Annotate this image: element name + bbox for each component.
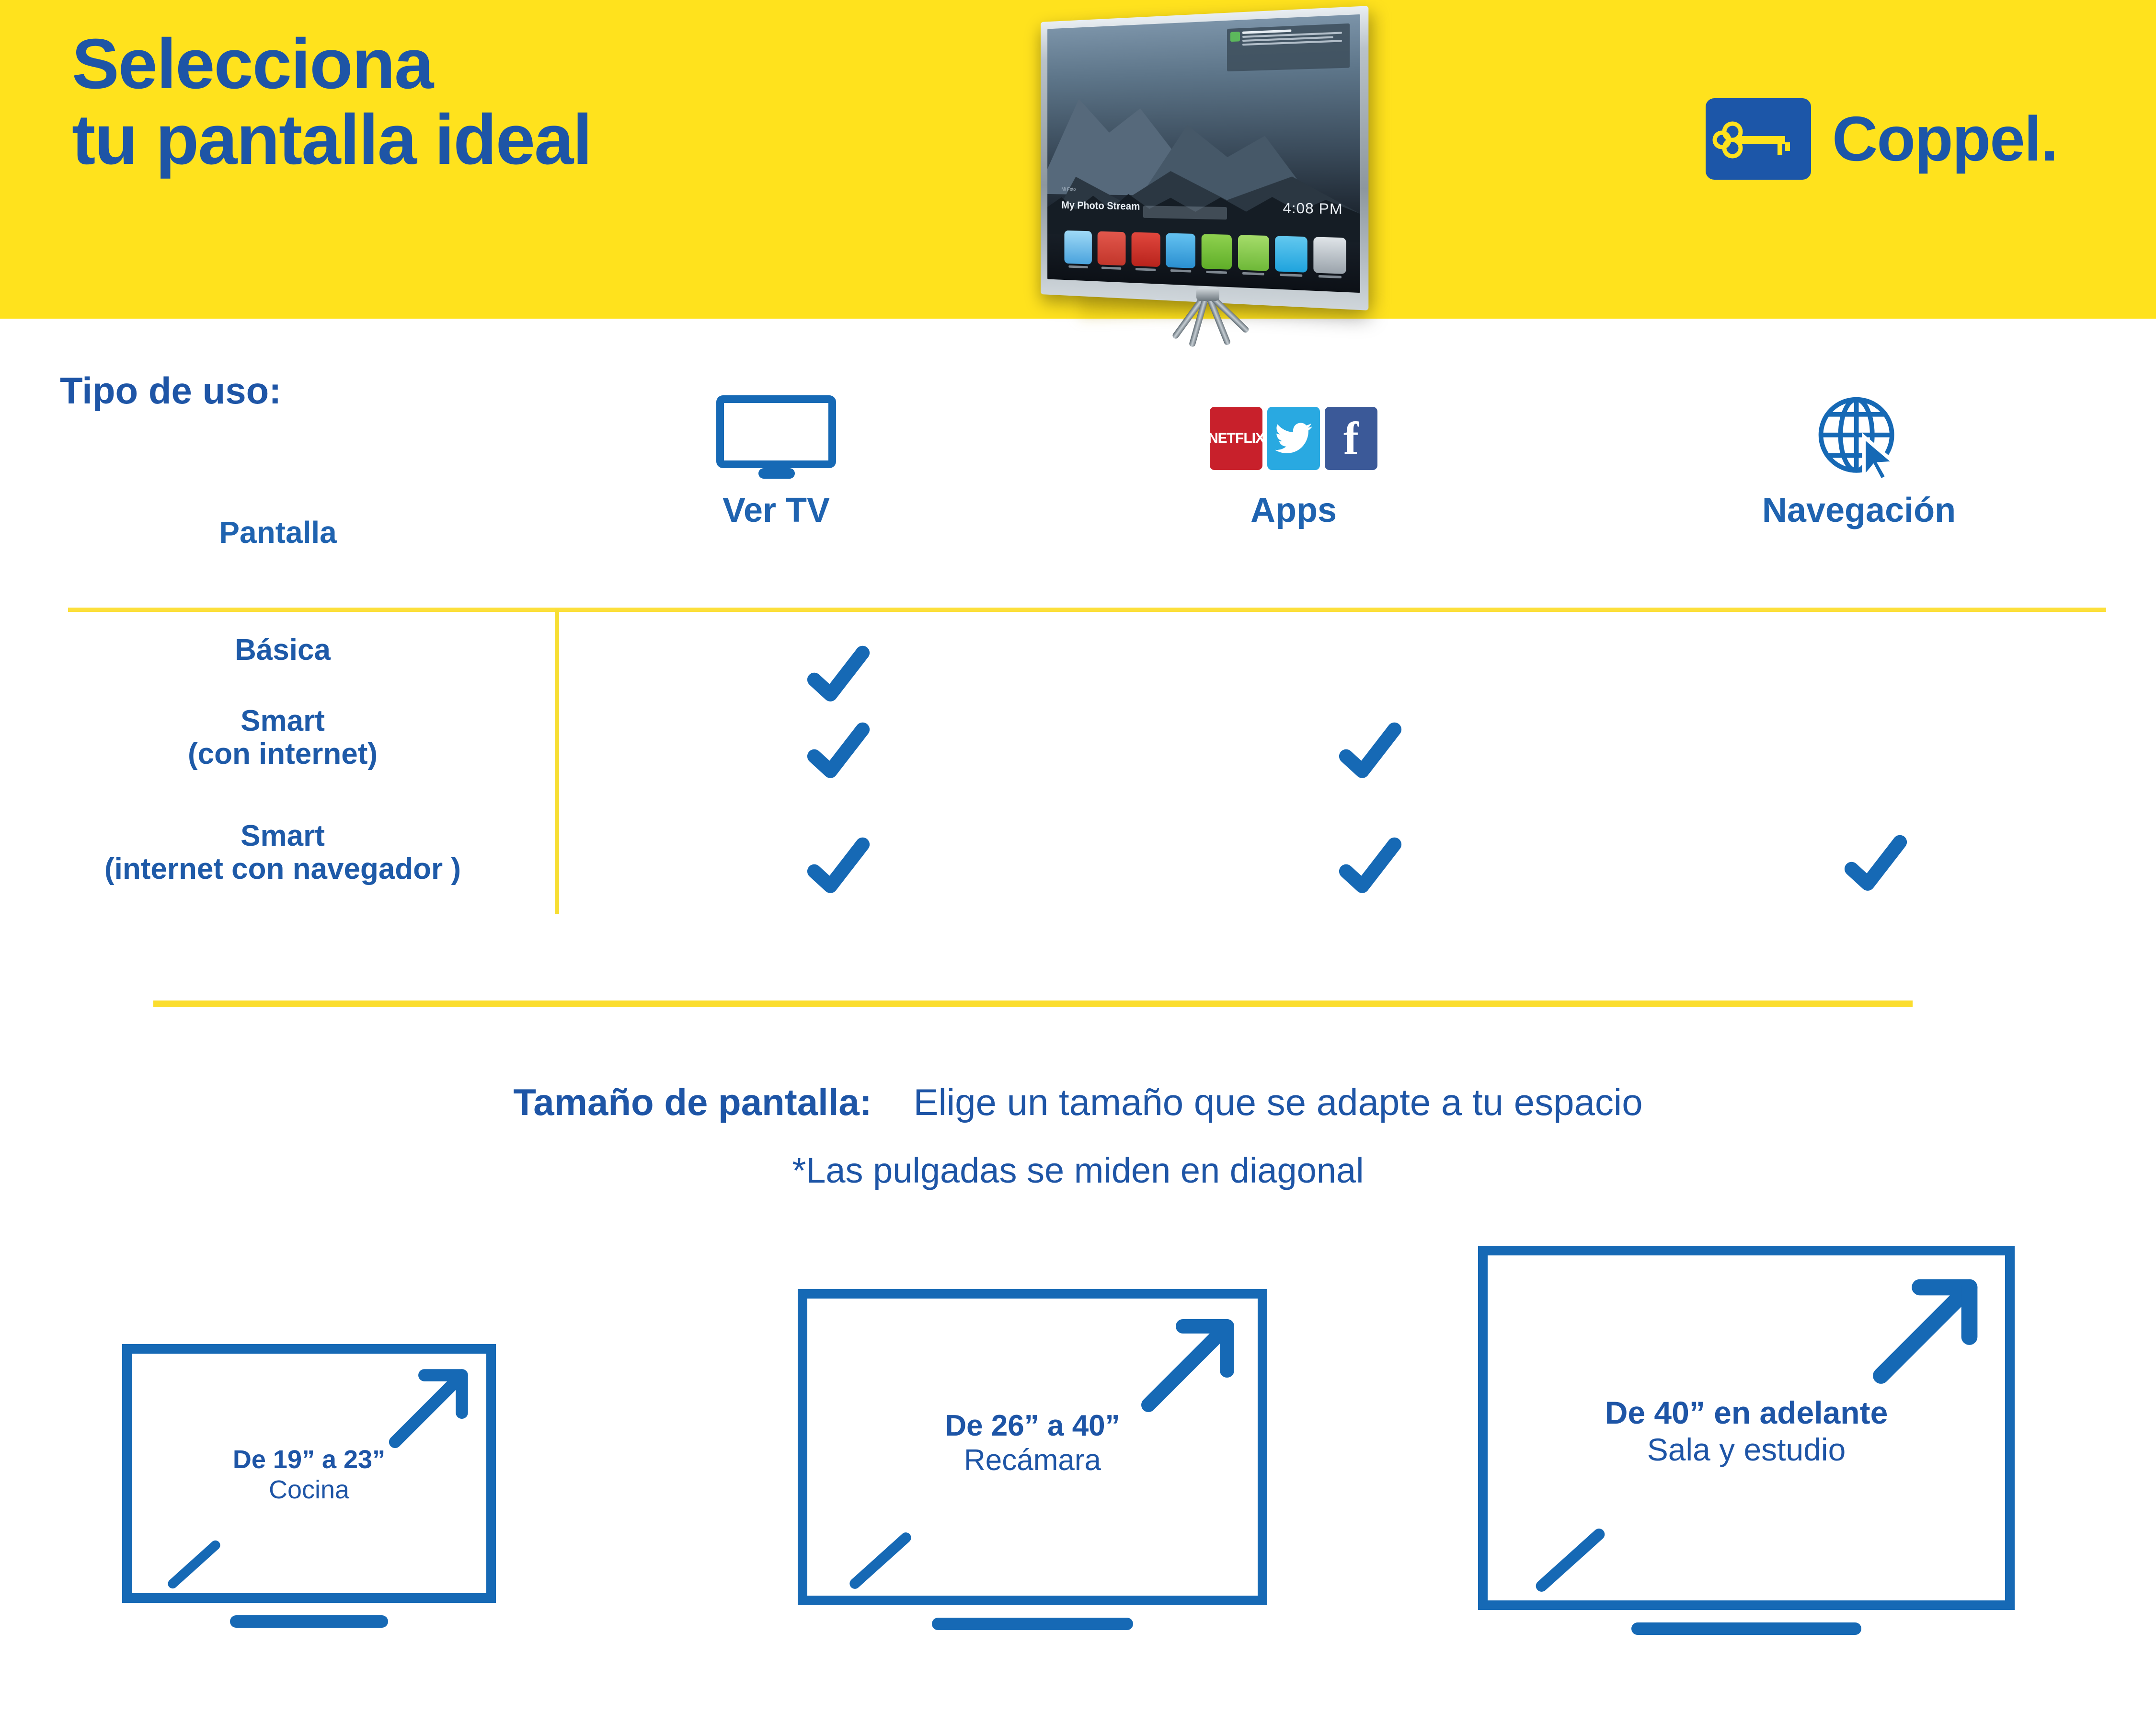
size-room: Recámara	[964, 1443, 1101, 1477]
size-room: Sala y estudio	[1647, 1431, 1846, 1467]
size-section-heading: Tamaño de pantalla: Elige un tamaño que …	[0, 1081, 2156, 1124]
column-label: Navegación	[1762, 491, 1956, 529]
tv-app-dock	[1064, 207, 1346, 278]
table-vertical-divider	[555, 610, 559, 914]
size-box-text: De 26” a 40” Recámara	[807, 1409, 1258, 1478]
facebook-icon: f	[1325, 407, 1377, 470]
column-label: Apps	[1250, 491, 1337, 529]
size-box-small: De 19” a 23” Cocina	[122, 1344, 496, 1628]
check-icon	[805, 719, 872, 786]
tv-dock-app	[1097, 231, 1126, 270]
headline-line-2: tu pantalla ideal	[72, 100, 592, 180]
tv-overlay-label: Mi Foto	[1061, 186, 1076, 192]
diagonal-tick-icon	[1533, 1526, 1607, 1594]
tv-dock-app	[1131, 232, 1160, 271]
size-box-stand	[230, 1615, 388, 1628]
tv-bezel: Mi Foto My Photo Stream 4:08 PM	[1041, 6, 1369, 310]
size-box-stand	[932, 1618, 1133, 1630]
netflix-icon: NETFLIX	[1208, 407, 1265, 470]
usage-section-title: Tipo de uso:	[60, 369, 282, 412]
size-section-title: Tamaño de pantalla:	[513, 1081, 872, 1123]
page-title: Selecciona tu pantalla ideal	[72, 24, 592, 180]
size-section-note: *Las pulgadas se miden en diagonal	[792, 1150, 1364, 1190]
check-icon	[1337, 834, 1404, 901]
tv-dock-app	[1238, 235, 1269, 276]
row-label-line1: Básica	[235, 633, 331, 667]
diagonal-arrow-icon	[1141, 1317, 1237, 1413]
size-box-text: De 19” a 23” Cocina	[132, 1445, 486, 1505]
table-row: Smart (con internet)	[29, 704, 537, 771]
column-header-pantalla: Pantalla	[125, 508, 431, 550]
row-label-line1: Smart	[241, 704, 325, 737]
diagonal-tick-icon	[847, 1530, 914, 1591]
diagonal-tick-icon	[166, 1538, 222, 1591]
section-divider-rule	[153, 1000, 1913, 1007]
brand-name: Coppel.	[1832, 104, 2058, 174]
tv-dock-app	[1201, 234, 1232, 274]
tv-dock-app	[1166, 233, 1196, 273]
check-icon	[805, 834, 872, 901]
notification-text-lines	[1242, 27, 1346, 68]
column-label: Pantalla	[219, 515, 337, 550]
diagonal-arrow-icon	[1872, 1276, 1980, 1384]
size-range: De 19” a 23”	[232, 1445, 386, 1474]
tv-monitor-icon	[623, 393, 929, 484]
check-icon	[1842, 831, 1909, 898]
check-icon	[805, 642, 872, 709]
size-box-stand	[1631, 1622, 1861, 1635]
size-box-text: De 40” en adelante Sala y estudio	[1488, 1394, 2005, 1468]
app-logos-icon: NETFLIX f	[1140, 393, 1447, 484]
smart-tv-photo: Mi Foto My Photo Stream 4:08 PM	[1028, 5, 1377, 359]
row-label-line2: (con internet)	[187, 737, 378, 771]
tv-screen: Mi Foto My Photo Stream 4:08 PM	[1047, 14, 1360, 293]
twitter-icon	[1267, 407, 1320, 470]
row-label-line1: Smart	[241, 819, 325, 852]
table-row: Smart (internet con navegador )	[29, 819, 537, 886]
key-icon	[1706, 98, 1811, 180]
size-box-large: De 40” en adelante Sala y estudio	[1478, 1246, 2015, 1635]
table-top-rule	[68, 608, 2106, 612]
tv-dock-app	[1275, 236, 1307, 277]
tv-dock-app	[1313, 237, 1346, 278]
column-header-navegacion: Navegación	[1691, 393, 2027, 530]
check-icon	[1337, 719, 1404, 786]
size-range: De 40” en adelante	[1605, 1395, 1888, 1430]
column-header-apps: NETFLIX f Apps	[1140, 393, 1447, 530]
column-label: Ver TV	[722, 491, 830, 529]
size-room: Cocina	[268, 1475, 350, 1504]
tv-stand	[1142, 288, 1285, 359]
row-label-line2: (internet con navegador )	[104, 852, 461, 886]
tv-notification-card	[1227, 23, 1350, 71]
tv-dock-app	[1064, 230, 1092, 268]
table-row: Básica	[29, 633, 537, 667]
column-header-ver-tv: Ver TV	[623, 393, 929, 530]
diagonal-arrow-icon	[389, 1367, 470, 1449]
globe-cursor-icon	[1691, 393, 2027, 484]
size-box-medium: De 26” a 40” Recámara	[798, 1289, 1267, 1630]
coppel-logo: Coppel.	[1706, 98, 2058, 180]
size-range: De 26” a 40”	[945, 1409, 1120, 1442]
headline-line-1: Selecciona	[72, 24, 434, 104]
size-section-subtitle: Elige un tamaño que se adapte a tu espac…	[913, 1081, 1643, 1123]
notification-app-icon	[1230, 31, 1240, 42]
